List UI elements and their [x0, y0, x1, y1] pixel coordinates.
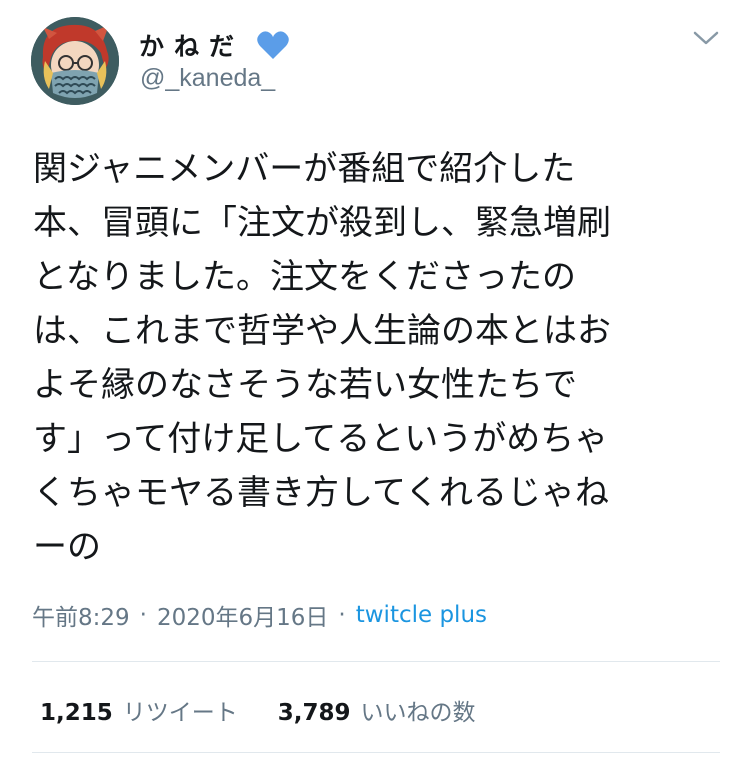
retweets-count[interactable]: 1,215: [40, 700, 113, 726]
retweets-label[interactable]: リツイート: [123, 693, 238, 727]
tweet-meta: 午前8:29 · 2020年6月16日 · twitcle plus: [32, 598, 487, 632]
cartoon-avatar-icon: [31, 17, 119, 105]
avatar[interactable]: [31, 17, 119, 105]
divider: [32, 661, 720, 662]
tweet-text-line: ーの: [33, 527, 101, 567]
tweet-text-line: 関ジャニメンバーが番組で紹介した: [33, 149, 576, 189]
tweet-date[interactable]: 2020年6月16日: [157, 598, 328, 632]
meta-separator: ·: [139, 602, 147, 628]
chevron-down-icon[interactable]: [692, 28, 720, 48]
tweet-time[interactable]: 午前8:29: [32, 598, 130, 632]
likes-label[interactable]: いいねの数: [361, 693, 476, 727]
divider: [32, 752, 720, 753]
likes-count[interactable]: 3,789: [278, 700, 351, 726]
tweet-text-line: よそ縁のなさそうな若い女性たちで: [33, 365, 577, 405]
user-handle[interactable]: @_kaneda_: [140, 64, 275, 93]
tweet-text-line: す」って付け足してるというがめちゃ: [33, 419, 609, 459]
client-link[interactable]: twitcle plus: [356, 602, 487, 628]
tweet-text-line: くちゃモヤる書き方してくれるじゃね: [33, 473, 609, 513]
tweet-card: かねだ @_kaneda_ 関ジャニメンバーが番組で紹介した 本、冒頭に「注文が…: [0, 0, 750, 766]
blue-heart-icon: [257, 31, 289, 59]
display-name[interactable]: かねだ: [139, 27, 244, 63]
tweet-text-line: となりました。注文をくださったの: [33, 257, 576, 297]
meta-separator: ·: [338, 602, 346, 628]
tweet-text: 関ジャニメンバーが番組で紹介した 本、冒頭に「注文が殺到し、緊急増刷 となりまし…: [33, 142, 723, 574]
tweet-stats: 1,215 リツイート 3,789 いいねの数: [40, 693, 516, 727]
display-name-row[interactable]: かねだ: [139, 28, 290, 62]
tweet-text-line: は、これまで哲学や人生論の本とはお: [33, 311, 611, 351]
tweet-text-line: 本、冒頭に「注文が殺到し、緊急増刷: [33, 203, 611, 243]
